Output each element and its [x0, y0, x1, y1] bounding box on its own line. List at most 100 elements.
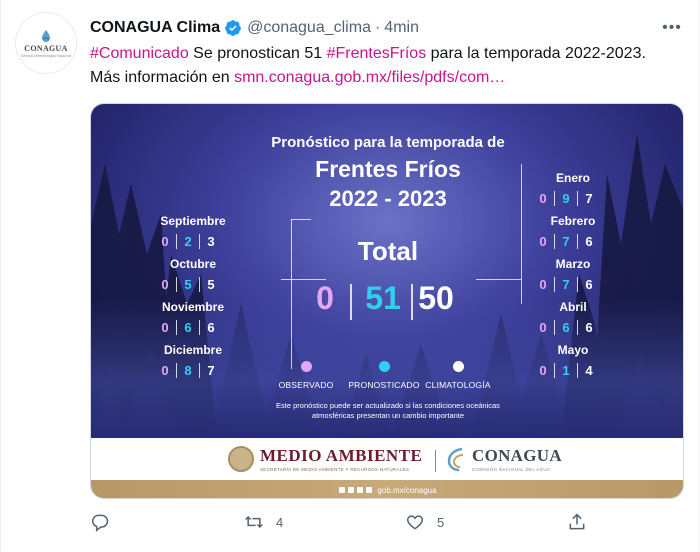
pronosticado-value: 5	[184, 276, 192, 292]
value-divider	[176, 233, 177, 249]
reply-button[interactable]	[90, 512, 122, 532]
retweet-icon	[245, 515, 263, 529]
month-values-septiembre: 023	[155, 232, 245, 250]
retweet-button[interactable]: 4	[244, 512, 283, 532]
author-name[interactable]: CONAGUA Clima	[90, 19, 220, 37]
observado-value: 0	[161, 233, 169, 249]
observado-value: 0	[161, 319, 169, 335]
legend-label-observado: OBSERVADO	[278, 380, 334, 390]
month-values-abril: 066	[533, 318, 623, 336]
climatologia-value: 6	[585, 233, 593, 249]
value-divider	[199, 319, 200, 335]
pronosticado-value: 7	[562, 276, 570, 292]
climatologia-value: 5	[207, 276, 215, 292]
month-label-mayo: Mayo	[557, 343, 589, 357]
share-icon	[569, 513, 585, 530]
mexico-seal-icon	[228, 446, 254, 472]
pronosticado-value: 7	[562, 233, 570, 249]
like-count: 5	[437, 514, 445, 530]
like-button[interactable]: 5	[405, 512, 444, 532]
month-label-noviembre: Noviembre	[161, 300, 225, 314]
legend-label-climatologia: CLIMATOLOGÍA	[425, 380, 491, 390]
climatologia-value: 6	[585, 276, 593, 292]
hashtag-frentesfrios[interactable]: #FrentesFríos	[327, 45, 427, 62]
observado-value: 0	[539, 190, 547, 206]
legend-dot-climatologia	[452, 361, 464, 372]
youtube-icon	[366, 487, 373, 493]
forecast-note: Este pronóstico puede ser actualizado si…	[91, 401, 683, 421]
climatologia-value: 3	[207, 233, 215, 249]
social-icons	[339, 487, 373, 493]
month-label-septiembre: Septiembre	[160, 214, 226, 228]
hashtag-comunicado[interactable]: #Comunicado	[90, 45, 189, 62]
value-divider	[199, 233, 200, 249]
pronosticado-value: 2	[184, 233, 192, 249]
month-label-enero: Enero	[555, 171, 590, 185]
connector-left	[291, 219, 292, 369]
pronosticado-value: 6	[184, 319, 192, 335]
tweet-time[interactable]: 4min	[384, 19, 419, 37]
month-values-febrero: 076	[533, 232, 623, 250]
total-observado: 0	[316, 280, 334, 316]
reply-icon	[92, 514, 109, 532]
month-values-octubre: 055	[155, 275, 245, 293]
conagua-logo-icon	[42, 29, 50, 42]
month-values-diciembre: 087	[155, 361, 245, 379]
avatar-subtitle: Servicio Meteorológico Nacional	[21, 53, 71, 58]
retweet-count: 4	[276, 514, 284, 530]
tweet-link[interactable]: smn.conagua.gob.mx/files/pdfs/com…	[234, 69, 505, 86]
share-button[interactable]	[567, 512, 587, 532]
conagua-swirl-icon	[447, 447, 464, 472]
pronosticado-value: 6	[562, 319, 570, 335]
value-divider	[199, 276, 200, 292]
month-values-mayo: 014	[533, 361, 623, 379]
value-divider	[199, 362, 200, 378]
tweet-image[interactable]: Pronóstico para la temporada de Frentes …	[90, 103, 684, 499]
value-divider	[577, 319, 578, 335]
climatologia-value: 4	[585, 362, 593, 378]
facebook-icon	[339, 487, 346, 493]
month-values-noviembre: 066	[155, 318, 245, 336]
value-divider	[577, 190, 578, 206]
value-divider	[554, 319, 555, 335]
instagram-icon	[357, 487, 364, 493]
tweet-actions: 4 5	[1, 512, 700, 536]
twitter-icon	[348, 487, 355, 493]
more-options-icon[interactable]: •••	[661, 17, 683, 39]
pronosticado-value: 8	[184, 362, 192, 378]
tweet[interactable]: CONAGUA Servicio Meteorológico Nacional …	[0, 0, 700, 552]
climatologia-value: 6	[585, 319, 593, 335]
value-divider	[554, 190, 555, 206]
connector-left-h	[291, 219, 311, 220]
verified-badge-icon	[225, 20, 241, 36]
legend-dot-pronosticado	[378, 361, 390, 372]
value-divider	[554, 362, 555, 378]
month-label-octubre: Octubre	[169, 257, 216, 271]
graphic-footer: MEDIO AMBIENTE SECRETARÍA DE MEDIO AMBIE…	[91, 438, 683, 498]
value-divider	[554, 276, 555, 292]
logo-divider	[435, 450, 436, 472]
tweet-header: CONAGUA Clima @conagua_clima · 4min	[90, 17, 419, 39]
value-divider	[577, 276, 578, 292]
heart-icon	[406, 515, 424, 530]
month-values-marzo: 076	[533, 275, 623, 293]
observado-value: 0	[161, 276, 169, 292]
note-line-1: Este pronóstico puede ser actualizado si…	[276, 401, 500, 410]
connector-right	[521, 164, 522, 304]
month-label-abril: Abril	[559, 300, 587, 314]
total-divider	[350, 284, 352, 320]
value-divider	[176, 362, 177, 378]
avatar[interactable]: CONAGUA Servicio Meteorológico Nacional	[15, 12, 77, 74]
tweet-text: #Comunicado Se pronostican 51 #FrentesFr…	[90, 42, 670, 90]
forecast-graphic: Pronóstico para la temporada de Frentes …	[91, 104, 683, 438]
footer-strip: gob.mx/conagua	[91, 480, 683, 498]
value-divider	[577, 233, 578, 249]
medio-ambiente-title: MEDIO AMBIENTE	[260, 446, 423, 465]
legend-climatologia: CLIMATOLOGÍA	[408, 361, 508, 390]
author-handle[interactable]: @conagua_clima	[247, 19, 371, 37]
conagua-title: CONAGUA	[472, 446, 562, 465]
observado-value: 0	[539, 276, 547, 292]
month-label-diciembre: Diciembre	[163, 343, 223, 357]
observado-value: 0	[539, 233, 547, 249]
value-divider	[577, 362, 578, 378]
